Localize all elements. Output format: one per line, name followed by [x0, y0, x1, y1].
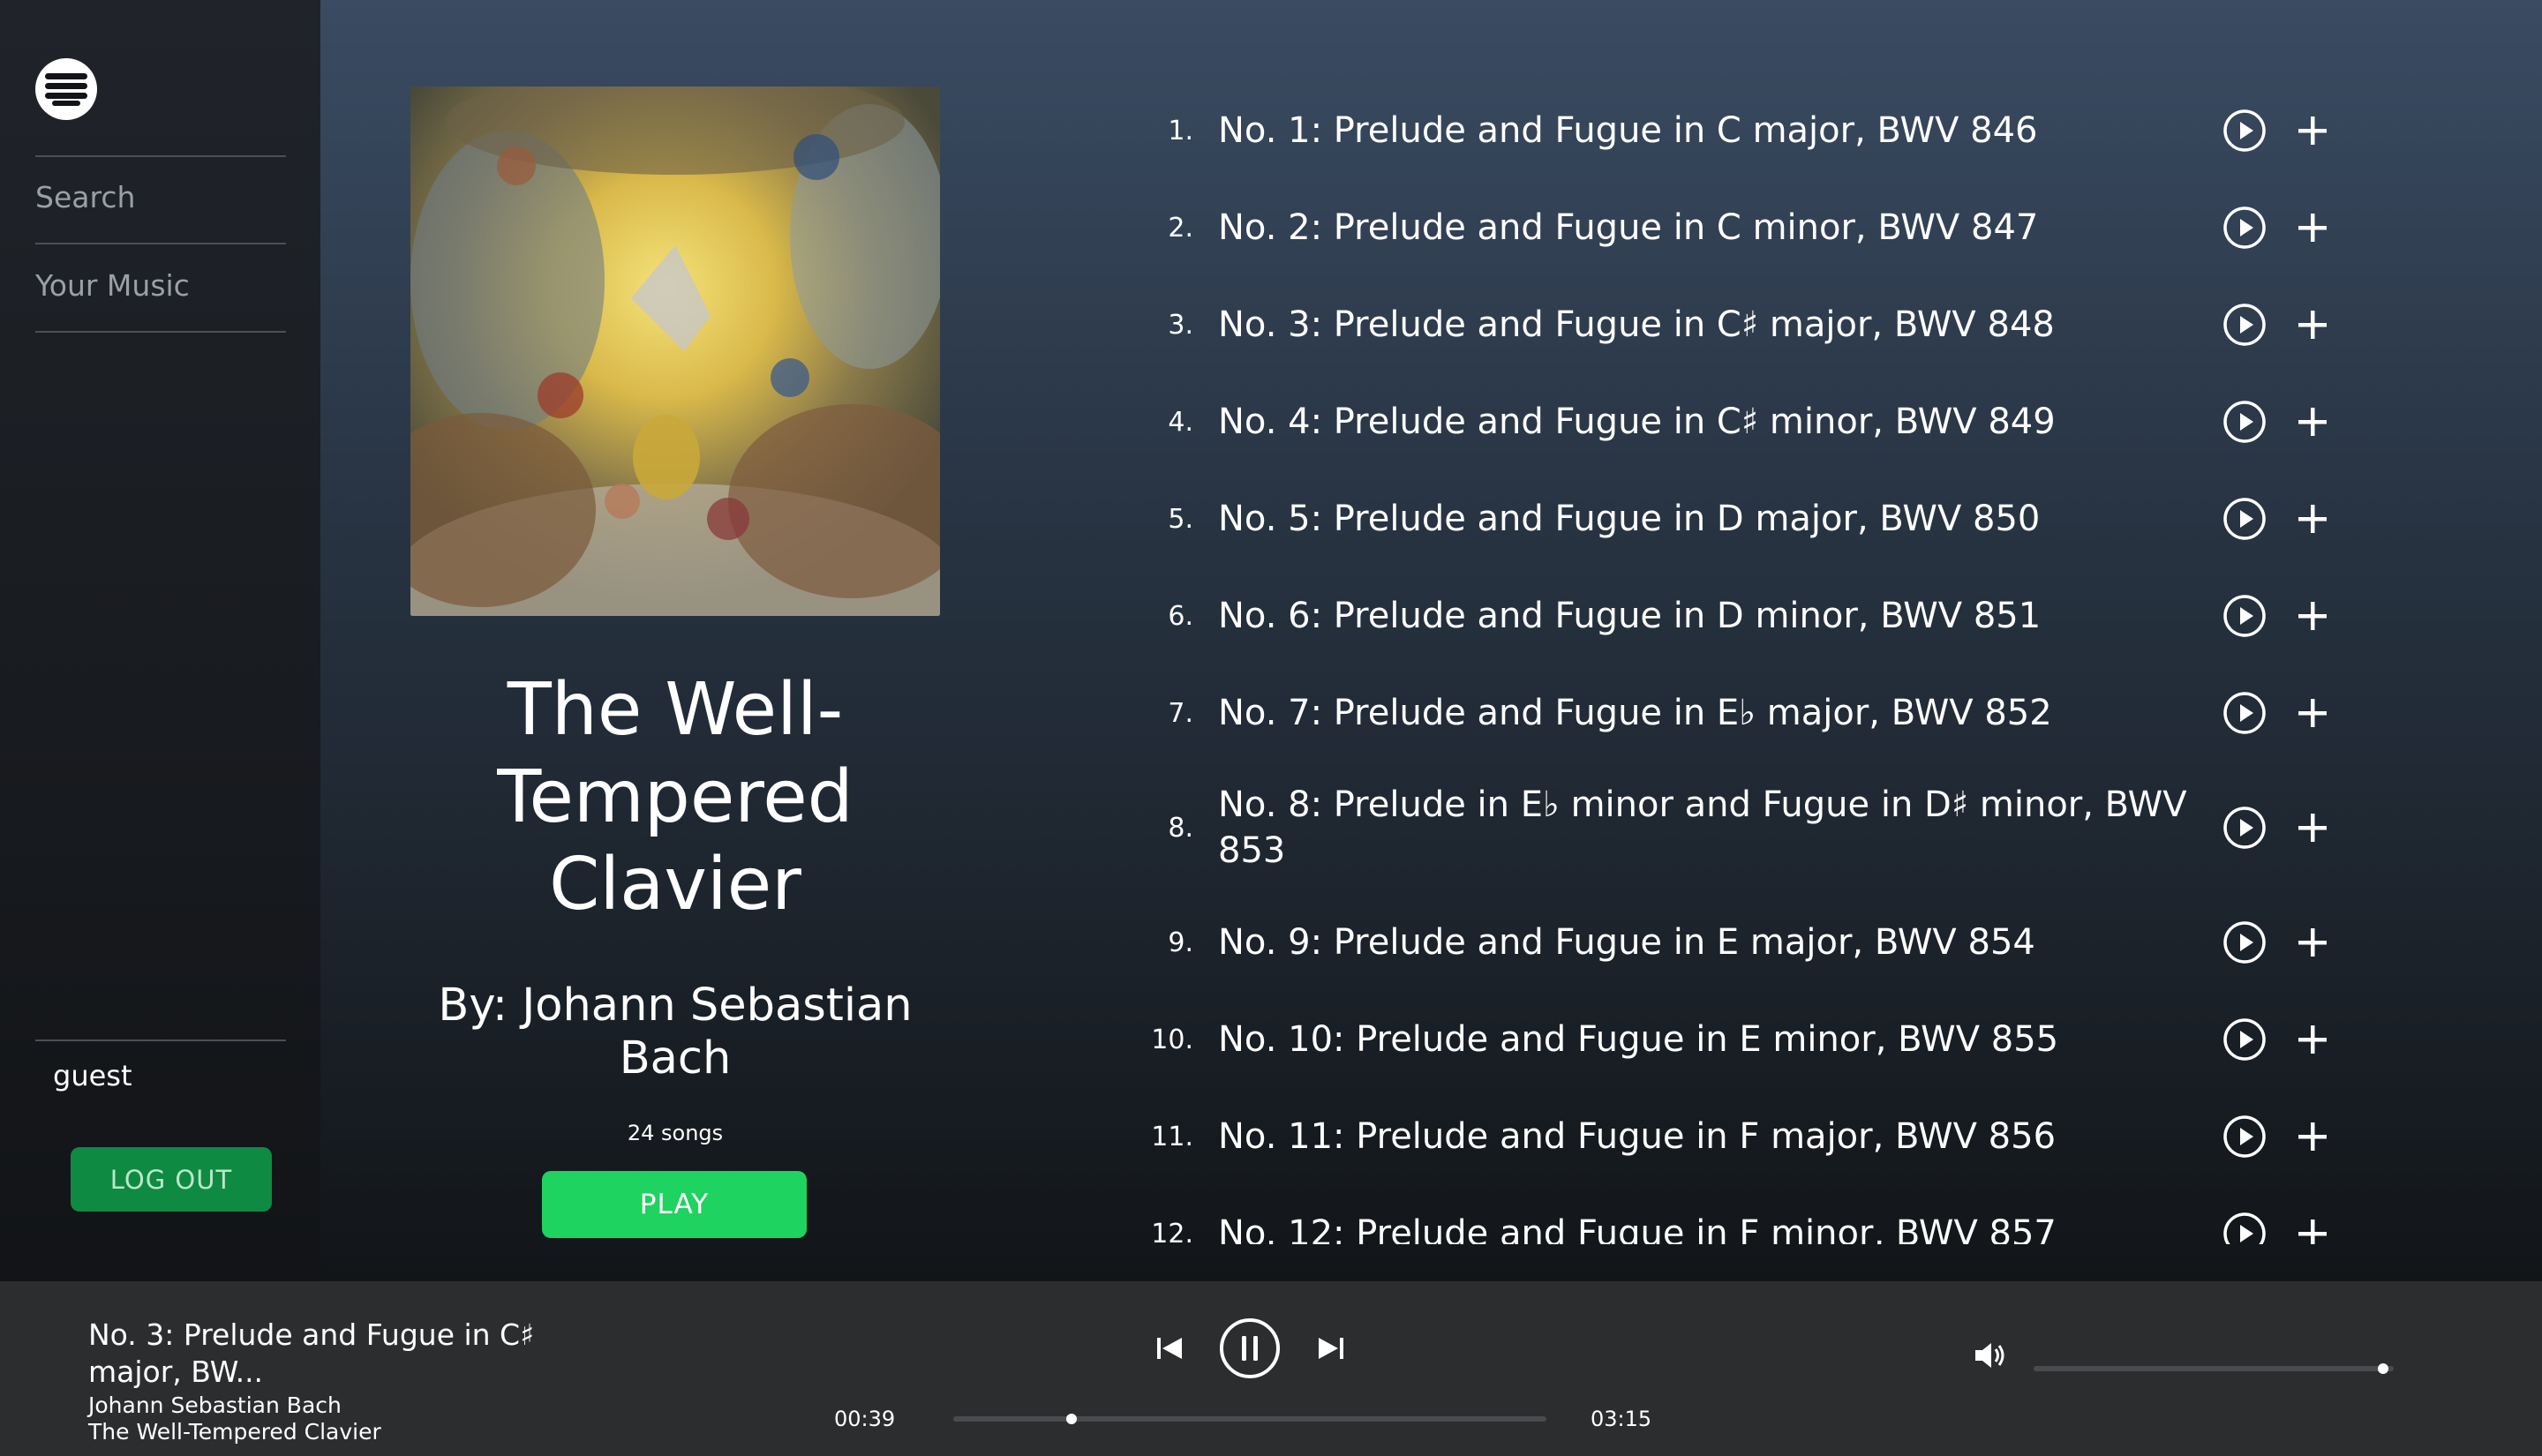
- add-track-icon[interactable]: [2295, 210, 2330, 245]
- add-track-icon[interactable]: [2295, 925, 2330, 960]
- play-track-icon[interactable]: [2222, 594, 2267, 638]
- now-playing-artist: Johann Sebastian Bach: [88, 1392, 342, 1418]
- time-elapsed: 00:39: [834, 1407, 896, 1431]
- track-row[interactable]: 5. No. 5: Prelude and Fugue in D major, B…: [1147, 492, 2383, 545]
- track-title[interactable]: No. 3: Prelude and Fugue in C♯ major, BW…: [1218, 302, 2215, 348]
- track-title[interactable]: No. 12: Prelude and Fugue in F minor, BW…: [1218, 1211, 2215, 1244]
- volume-slider[interactable]: [2034, 1363, 2394, 1374]
- sidebar-item-your-music[interactable]: Your Music: [35, 268, 190, 303]
- song-count: 24 songs: [627, 1121, 724, 1145]
- volume-handle[interactable]: [2377, 1363, 2388, 1374]
- track-number: 10.: [1151, 1024, 1193, 1055]
- track-number: 1.: [1168, 115, 1193, 146]
- play-track-icon[interactable]: [2222, 1017, 2267, 1062]
- track-number: 8.: [1168, 812, 1193, 844]
- play-track-icon[interactable]: [2222, 920, 2267, 964]
- track-row[interactable]: 7. No. 7: Prelude and Fugue in E♭ major, …: [1147, 687, 2383, 739]
- track-title[interactable]: No. 6: Prelude and Fugue in D minor, BWV…: [1218, 593, 2215, 639]
- add-track-icon[interactable]: [2295, 1022, 2330, 1057]
- add-track-icon[interactable]: [2295, 598, 2330, 634]
- play-track-icon[interactable]: [2222, 1212, 2267, 1244]
- play-album-button[interactable]: PLAY: [542, 1171, 807, 1238]
- add-track-icon[interactable]: [2295, 113, 2330, 148]
- track-row[interactable]: 1. No. 1: Prelude and Fugue in C major, B…: [1147, 104, 2383, 157]
- track-row[interactable]: 11. No. 11: Prelude and Fugue in F major,…: [1147, 1110, 2383, 1163]
- add-track-icon[interactable]: [2295, 695, 2330, 731]
- album-view: The Well-Tempered Clavier By: Johann Seb…: [320, 0, 2542, 1281]
- sidebar-divider: [35, 155, 286, 157]
- track-row[interactable]: 4. No. 4: Prelude and Fugue in C♯ minor, …: [1147, 395, 2383, 448]
- track-title[interactable]: No. 2: Prelude and Fugue in C minor, BWV…: [1218, 205, 2215, 251]
- add-track-icon[interactable]: [2295, 307, 2330, 342]
- app-window: Search Your Music guest LOG OUT The Well…: [0, 0, 2542, 1456]
- track-number: 3.: [1168, 309, 1193, 341]
- track-title[interactable]: No. 7: Prelude and Fugue in E♭ major, BW…: [1218, 690, 2215, 736]
- track-title[interactable]: No. 10: Prelude and Fugue in E minor, BW…: [1218, 1017, 2215, 1062]
- track-row[interactable]: 12. No. 12: Prelude and Fugue in F minor,…: [1147, 1207, 2383, 1244]
- album-title: The Well-Tempered Clavier: [497, 668, 854, 927]
- track-number: 9.: [1168, 927, 1193, 958]
- progress-slider[interactable]: [953, 1414, 1546, 1424]
- sidebar-divider: [35, 1039, 286, 1041]
- track-title[interactable]: No. 8: Prelude in E♭ minor and Fugue in …: [1218, 782, 2215, 874]
- add-track-icon[interactable]: [2295, 1119, 2330, 1154]
- play-track-icon[interactable]: [2222, 691, 2267, 735]
- play-track-icon[interactable]: [2222, 497, 2267, 541]
- sidebar-divider: [35, 243, 286, 244]
- track-row[interactable]: 10. No. 10: Prelude and Fugue in E minor,…: [1147, 1013, 2383, 1066]
- play-track-icon[interactable]: [2222, 1115, 2267, 1159]
- play-track-icon[interactable]: [2222, 400, 2267, 444]
- track-title[interactable]: No. 9: Prelude and Fugue in E major, BWV…: [1218, 919, 2215, 965]
- logo-icon[interactable]: [35, 58, 97, 120]
- album-art: [410, 86, 940, 616]
- track-number: 2.: [1168, 212, 1193, 244]
- track-number: 7.: [1168, 697, 1193, 729]
- add-track-icon[interactable]: [2295, 810, 2330, 845]
- track-list: 1. No. 1: Prelude and Fugue in C major, B…: [1147, 79, 2383, 1244]
- previous-track-button[interactable]: [1152, 1331, 1187, 1366]
- track-row[interactable]: 2. No. 2: Prelude and Fugue in C minor, B…: [1147, 201, 2383, 254]
- track-title[interactable]: No. 4: Prelude and Fugue in C♯ minor, BW…: [1218, 399, 2215, 445]
- track-row[interactable]: 8. No. 8: Prelude in E♭ minor and Fugue i…: [1147, 779, 2383, 876]
- album-artist: By: Johann Sebastian Bach: [438, 979, 913, 1084]
- sidebar-divider: [35, 331, 286, 333]
- skip-back-icon: [1157, 1338, 1182, 1359]
- time-total: 03:15: [1591, 1407, 1652, 1431]
- sidebar-item-search[interactable]: Search: [35, 180, 135, 214]
- track-title[interactable]: No. 11: Prelude and Fugue in F major, BW…: [1218, 1114, 2215, 1160]
- track-number: 12.: [1151, 1218, 1193, 1245]
- track-number: 5.: [1168, 503, 1193, 535]
- sidebar: Search Your Music guest LOG OUT: [0, 0, 320, 1281]
- skip-forward-icon: [1319, 1338, 1343, 1359]
- now-playing-album: The Well-Tempered Clavier: [88, 1419, 381, 1445]
- next-track-button[interactable]: [1313, 1331, 1349, 1366]
- track-number: 11.: [1151, 1121, 1193, 1152]
- track-number: 4.: [1168, 406, 1193, 438]
- now-playing-title: No. 3: Prelude and Fugue in C♯ major, BW…: [88, 1317, 535, 1389]
- volume-icon[interactable]: [1974, 1340, 2011, 1371]
- pause-icon: [1220, 1318, 1280, 1378]
- track-row[interactable]: 3. No. 3: Prelude and Fugue in C♯ major, …: [1147, 298, 2383, 351]
- track-title[interactable]: No. 1: Prelude and Fugue in C major, BWV…: [1218, 108, 2215, 154]
- play-track-icon[interactable]: [2222, 303, 2267, 347]
- pause-button[interactable]: [1218, 1317, 1282, 1380]
- track-row[interactable]: 9. No. 9: Prelude and Fugue in E major, B…: [1147, 916, 2383, 969]
- track-row[interactable]: 6. No. 6: Prelude and Fugue in D minor, B…: [1147, 589, 2383, 642]
- username-label: guest: [53, 1059, 132, 1092]
- play-track-icon[interactable]: [2222, 109, 2267, 153]
- track-title[interactable]: No. 5: Prelude and Fugue in D major, BWV…: [1218, 496, 2215, 542]
- add-track-icon[interactable]: [2295, 1216, 2330, 1244]
- track-number: 6.: [1168, 600, 1193, 632]
- add-track-icon[interactable]: [2295, 501, 2330, 537]
- play-track-icon[interactable]: [2222, 206, 2267, 250]
- play-track-icon[interactable]: [2222, 806, 2267, 850]
- logout-button[interactable]: LOG OUT: [71, 1147, 272, 1212]
- add-track-icon[interactable]: [2295, 404, 2330, 439]
